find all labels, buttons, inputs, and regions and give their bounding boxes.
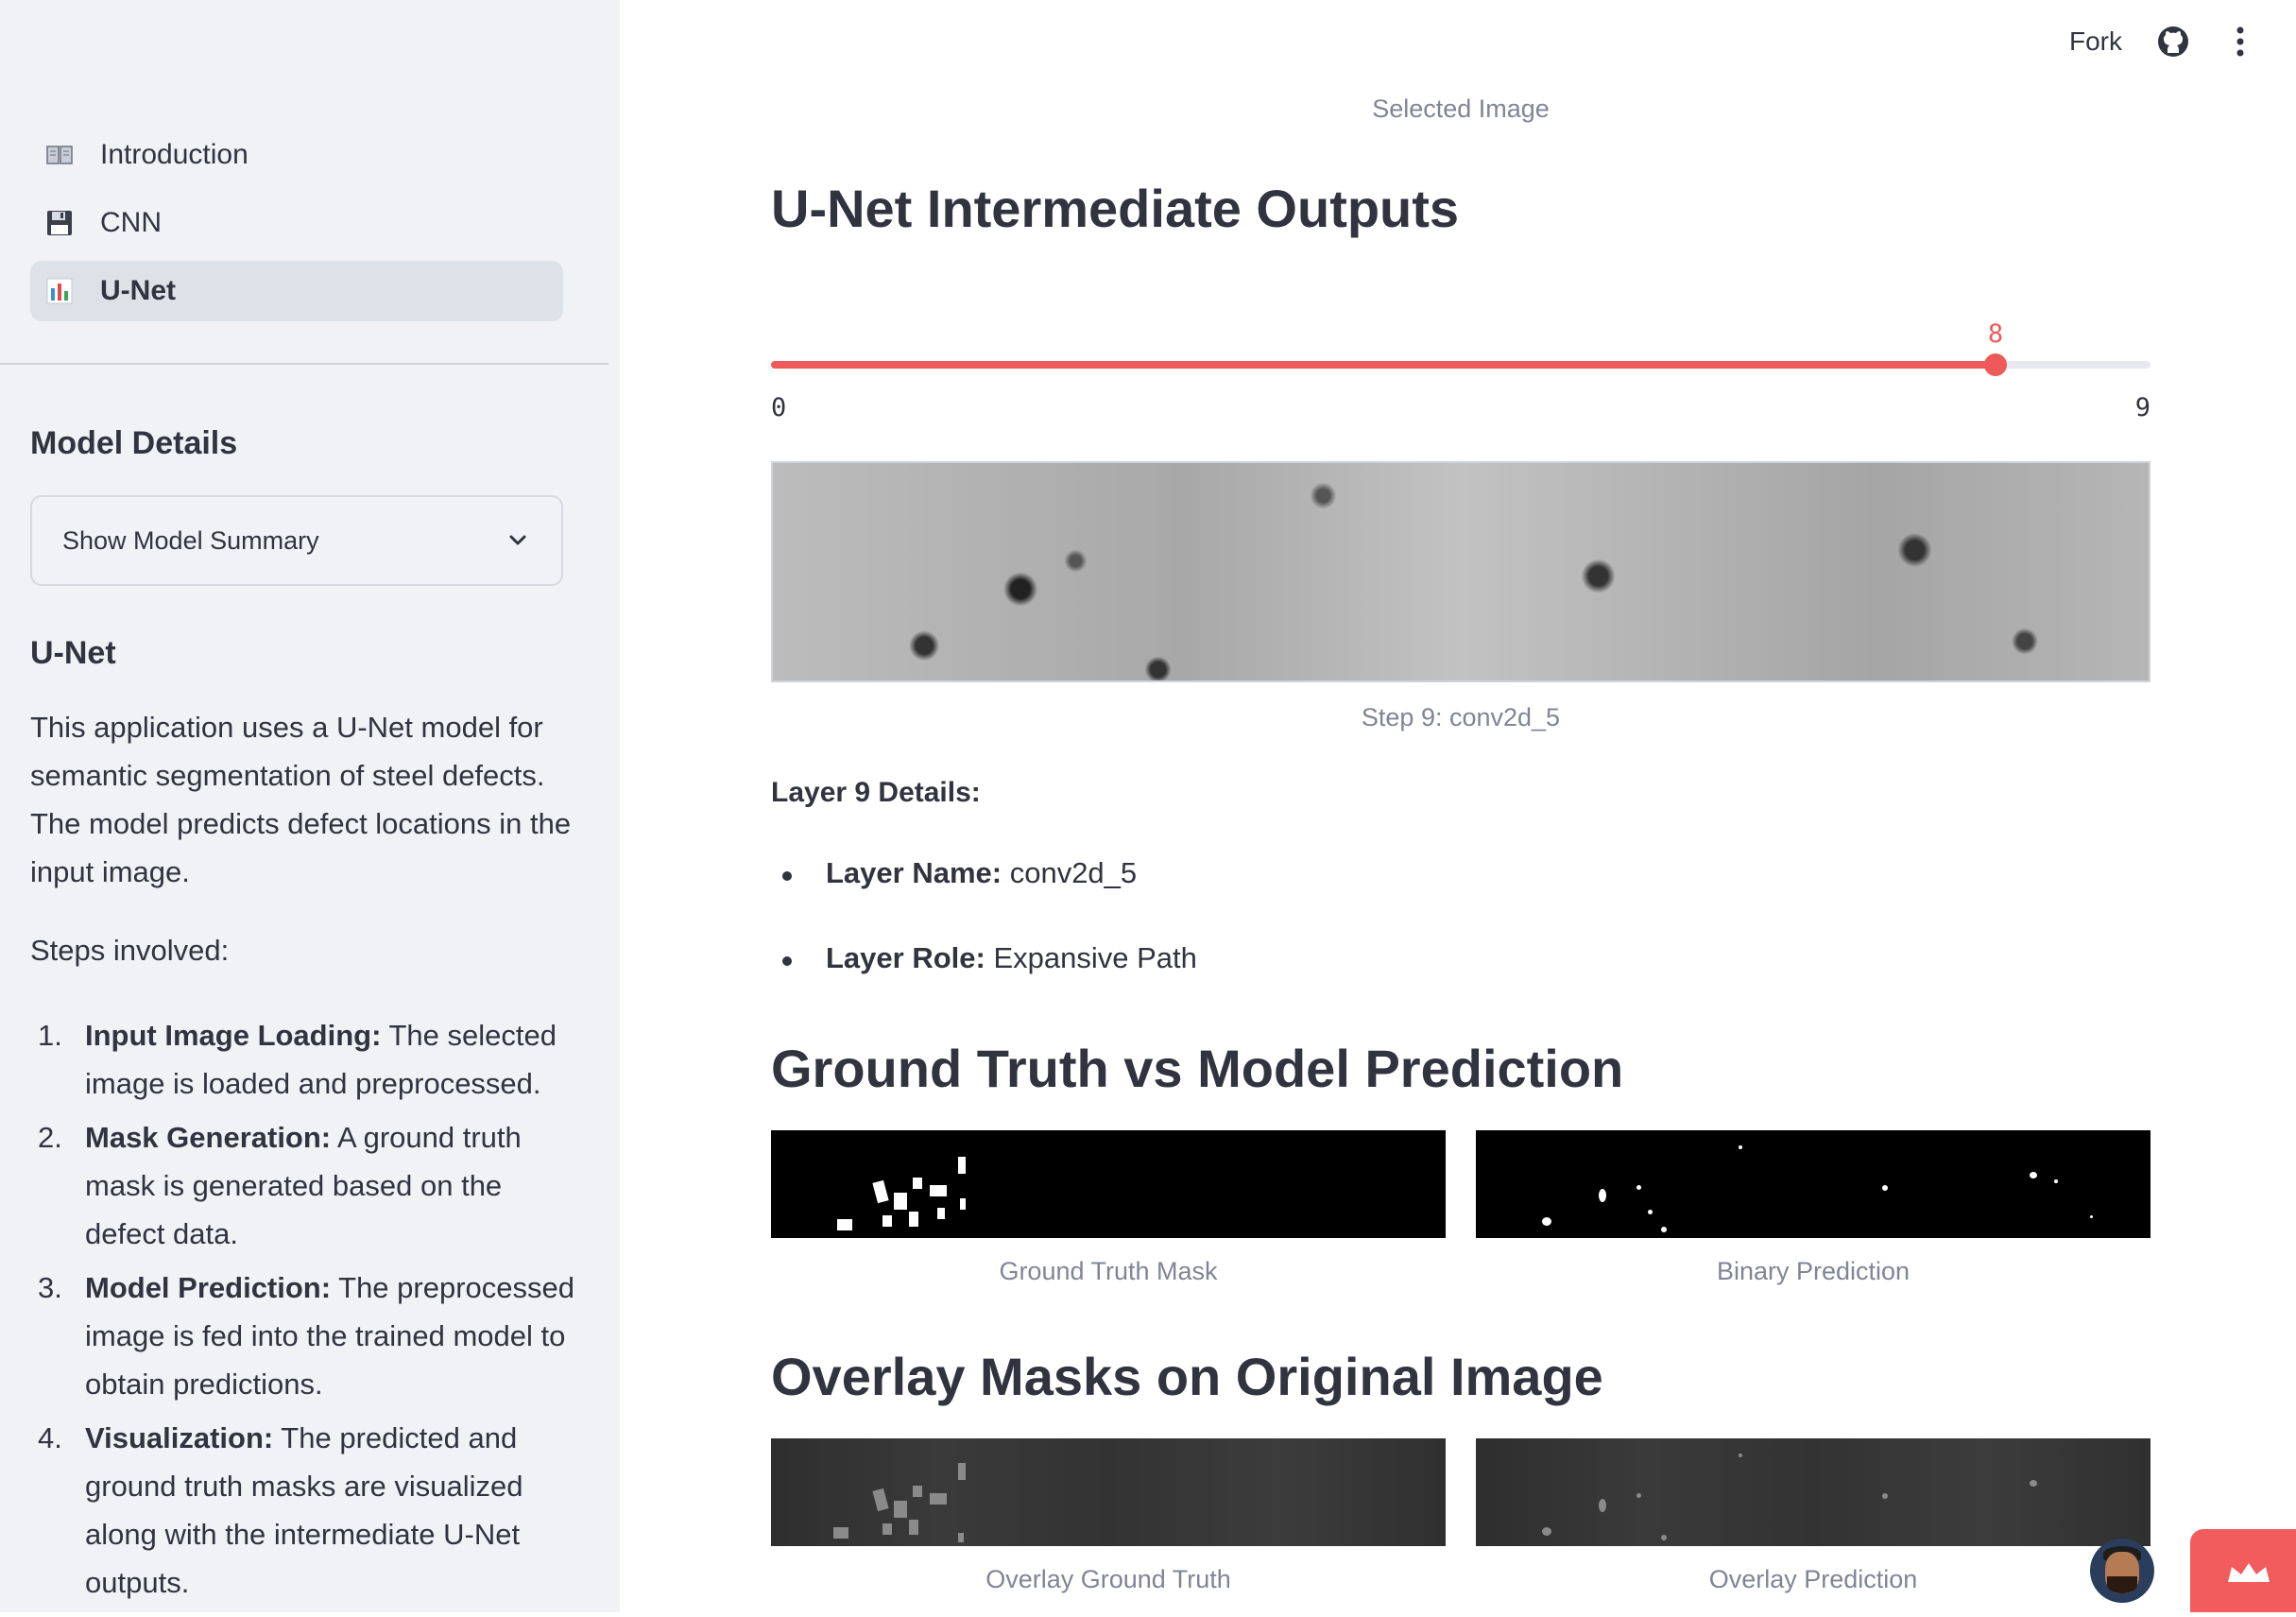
book-icon [45, 141, 74, 169]
overlay-prediction-image [1476, 1438, 2150, 1546]
show-model-summary-expander[interactable]: Show Model Summary [30, 495, 563, 586]
slider-thumb[interactable] [1984, 353, 2007, 376]
slider-max-label: 9 [2134, 393, 2150, 422]
chevron-down-icon [505, 527, 531, 554]
steps-intro: Steps involved: [30, 934, 230, 967]
layer-name-key: Layer Name: [826, 856, 1002, 889]
binary-prediction-image [1476, 1130, 2150, 1238]
slider-min-label: 0 [771, 393, 787, 422]
sidebar-item-cnn[interactable]: CNN [30, 193, 563, 253]
sidebar-item-label: CNN [100, 207, 162, 238]
list-item: 3. Model Prediction: The preprocessed ima… [38, 1271, 574, 1401]
sidebar-divider [0, 363, 608, 365]
step-caption: Step 9: conv2d_5 [1361, 703, 1561, 731]
overlay-ground-truth-caption: Overlay Ground Truth [985, 1565, 1231, 1593]
floppy-disk-icon [45, 209, 74, 237]
unet-heading: U-Net [30, 635, 116, 671]
layer-details-list: Layer Name: conv2d_5 Layer Role: Expansi… [771, 856, 1197, 1026]
ground-truth-caption: Ground Truth Mask [999, 1257, 1218, 1285]
sidebar-item-u-net[interactable]: U-Net [30, 261, 563, 321]
unet-description: This application uses a U-Net model for … [30, 711, 572, 888]
list-item: Layer Name: conv2d_5 [771, 856, 1197, 941]
layer-role-key: Layer Role: [826, 941, 985, 974]
overlay-prediction-caption: Overlay Prediction [1708, 1565, 1918, 1593]
fork-button[interactable]: Fork [2069, 26, 2122, 57]
expander-label: Show Model Summary [62, 525, 319, 555]
kebab-menu-icon[interactable] [2230, 25, 2251, 59]
list-item: Layer Role: Expansive Path [771, 941, 1197, 1026]
ground-truth-mask-image [771, 1130, 1446, 1238]
layer-slider[interactable]: 8 0 9 [771, 312, 2150, 425]
overlay-heading: Overlay Masks on Original Image [771, 1347, 1603, 1406]
layer-name-value: conv2d_5 [1002, 856, 1138, 889]
sidebar-item-label: U-Net [100, 275, 176, 306]
overlay-ground-truth-image [771, 1438, 1446, 1546]
sidebar: Introduction CNN U-Net Model Details Sho… [0, 0, 620, 1612]
selected-image-caption: Selected Image [1372, 95, 1550, 123]
sidebar-item-label: Introduction [100, 139, 248, 170]
github-icon[interactable] [2156, 25, 2190, 59]
sidebar-nav: Introduction CNN U-Net [30, 125, 563, 329]
layer-role-value: Expansive Path [985, 941, 1197, 974]
list-item: 2. Mask Generation: A ground truth mask i… [38, 1121, 522, 1250]
avatar[interactable] [2090, 1539, 2154, 1603]
slider-fill [771, 361, 1996, 369]
model-details-heading: Model Details [30, 425, 238, 461]
binary-prediction-caption: Binary Prediction [1716, 1257, 1910, 1285]
sidebar-item-introduction[interactable]: Introduction [30, 125, 563, 185]
bar-chart-icon [45, 277, 74, 305]
streamlit-badge[interactable] [2190, 1529, 2296, 1612]
slider-value: 8 [1987, 319, 2004, 349]
layer-output-image [771, 461, 2150, 682]
steps-list: 1. Input Image Loading: The selected imag… [30, 1011, 578, 1612]
crown-icon [2228, 1563, 2270, 1582]
list-item: 1. Input Image Loading: The selected imag… [38, 1019, 557, 1100]
list-item: 4. Visualization: The predicted and groun… [38, 1421, 523, 1599]
ground-truth-heading: Ground Truth vs Model Prediction [771, 1039, 1624, 1098]
intermediate-outputs-heading: U-Net Intermediate Outputs [771, 179, 1460, 238]
layer-details-label: Layer 9 Details: [771, 777, 981, 808]
